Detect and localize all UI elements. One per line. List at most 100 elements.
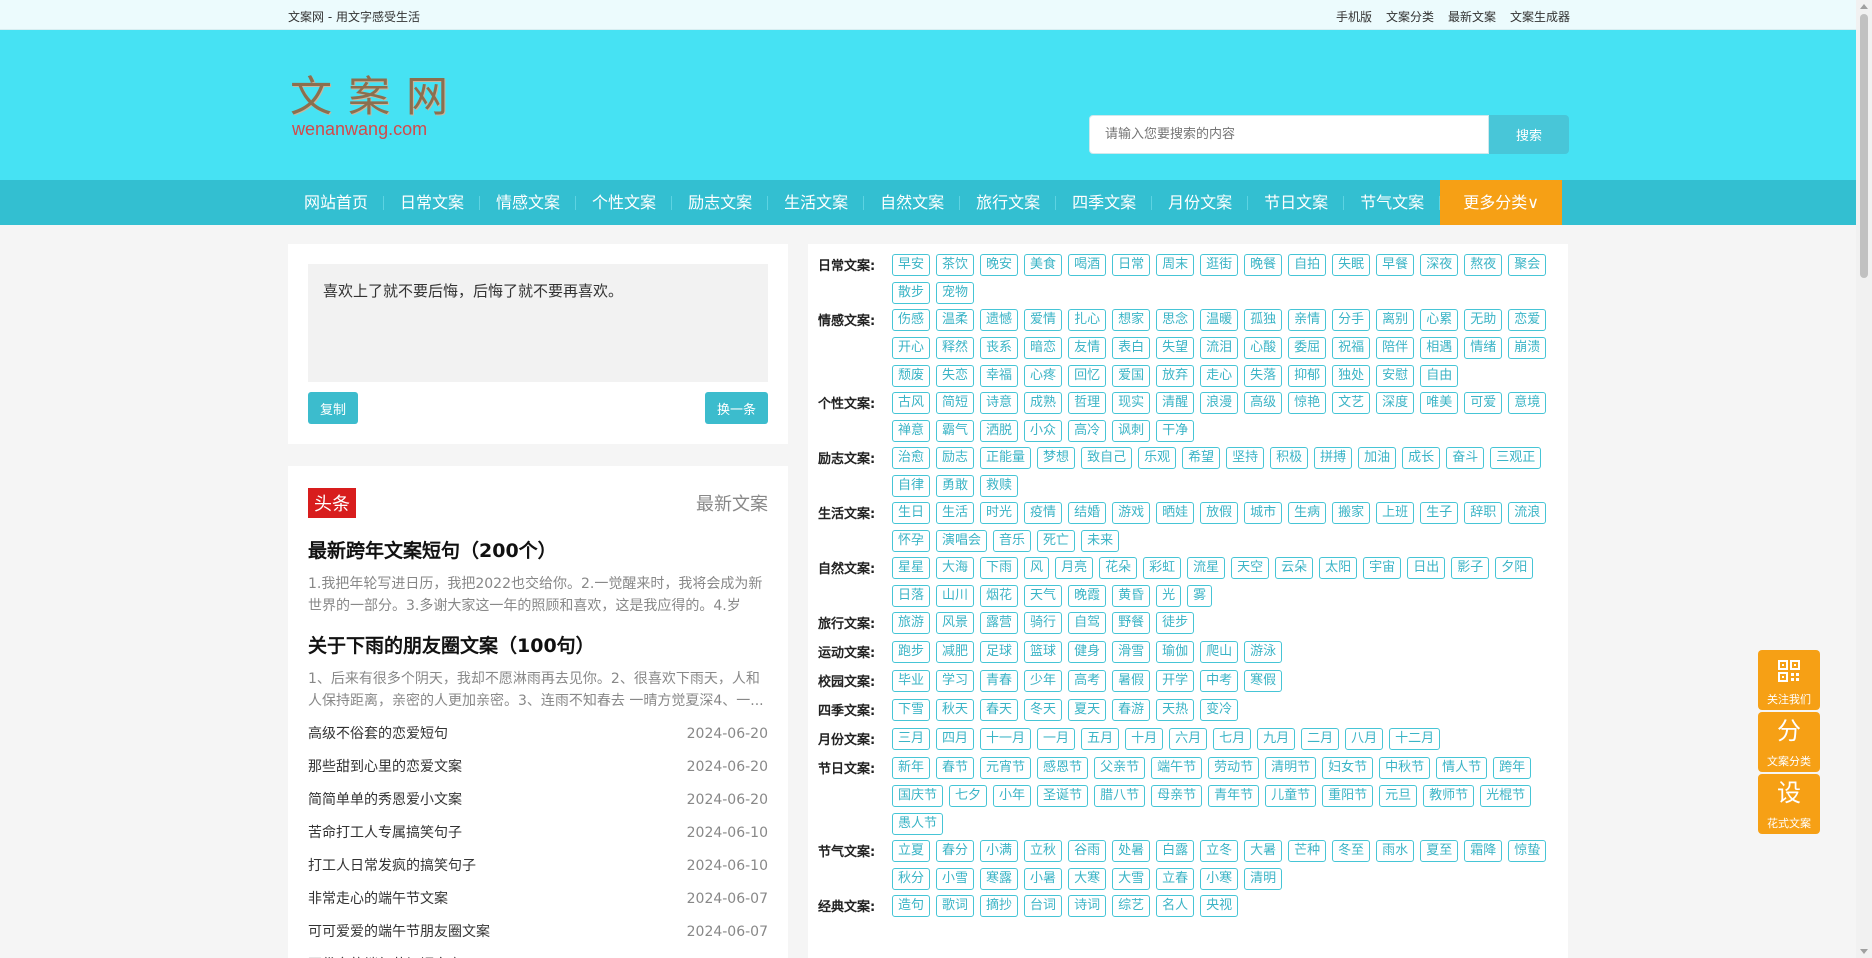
category-tag[interactable]: 崩溃 <box>1508 337 1547 359</box>
category-tag[interactable]: 芒种 <box>1288 840 1327 862</box>
category-tag[interactable]: 简短 <box>936 392 975 414</box>
page-scrollbar[interactable] <box>1856 0 1872 958</box>
category-tag[interactable]: 跑步 <box>892 641 931 663</box>
category-tag[interactable]: 失眠 <box>1332 254 1371 276</box>
category-tag[interactable]: 情人节 <box>1436 757 1488 779</box>
category-tag[interactable]: 爱国 <box>1112 365 1151 387</box>
category-tag[interactable]: 相遇 <box>1420 337 1459 359</box>
category-tag[interactable]: 干净 <box>1156 420 1195 442</box>
category-tag[interactable]: 思念 <box>1156 309 1195 331</box>
category-tag[interactable]: 妇女节 <box>1322 757 1374 779</box>
category-tag[interactable]: 失落 <box>1244 365 1283 387</box>
category-tag[interactable]: 立秋 <box>1024 840 1063 862</box>
category-tag[interactable]: 希望 <box>1182 447 1221 469</box>
category-tag[interactable]: 怀孕 <box>892 530 931 552</box>
category-tag[interactable]: 光棍节 <box>1480 785 1532 807</box>
category-tag[interactable]: 讽刺 <box>1112 420 1151 442</box>
category-tag[interactable]: 歌词 <box>936 895 975 917</box>
category-tag[interactable]: 亲情 <box>1288 309 1327 331</box>
category-tag[interactable]: 雾 <box>1187 585 1213 607</box>
category-tag[interactable]: 开心 <box>892 337 931 359</box>
category-tag[interactable]: 愚人节 <box>892 813 944 835</box>
nav-item-seasons[interactable]: 四季文案 <box>1056 180 1153 225</box>
category-tag[interactable]: 自由 <box>1420 365 1459 387</box>
category-tag[interactable]: 未来 <box>1081 530 1120 552</box>
category-tag[interactable]: 晚安 <box>980 254 1019 276</box>
category-tag[interactable]: 寒假 <box>1244 670 1283 692</box>
category-tag[interactable]: 勇敢 <box>936 475 975 497</box>
category-tag[interactable]: 小暑 <box>1024 868 1063 890</box>
category-tag[interactable]: 五月 <box>1081 728 1120 750</box>
category-tag[interactable]: 月亮 <box>1055 557 1094 579</box>
category-tag[interactable]: 陪伴 <box>1376 337 1415 359</box>
category-tag[interactable]: 徒步 <box>1156 612 1195 634</box>
category-tag[interactable]: 大寒 <box>1068 868 1107 890</box>
category-tag[interactable]: 春节 <box>936 757 975 779</box>
category-tag[interactable]: 独处 <box>1332 365 1371 387</box>
category-tag[interactable]: 无助 <box>1464 309 1503 331</box>
top-link-mobile[interactable]: 手机版 <box>1336 8 1372 25</box>
category-tag[interactable]: 跨年 <box>1493 757 1532 779</box>
category-tag[interactable]: 影子 <box>1451 557 1490 579</box>
category-tag[interactable]: 洒脱 <box>980 420 1019 442</box>
category-tag[interactable]: 立冬 <box>1200 840 1239 862</box>
category-tag[interactable]: 烟花 <box>980 585 1019 607</box>
category-tag[interactable]: 十二月 <box>1389 728 1441 750</box>
site-logo[interactable]: 文案网 wenanwang.com <box>290 74 464 139</box>
category-tag[interactable]: 梦想 <box>1037 447 1076 469</box>
category-tag[interactable]: 演唱会 <box>936 530 988 552</box>
category-tag[interactable]: 遗憾 <box>980 309 1019 331</box>
category-tag[interactable]: 游戏 <box>1112 502 1151 524</box>
news-list-item[interactable]: 苦命打工人专属搞笑句子 2024-06-10 <box>308 817 768 850</box>
category-tag[interactable]: 乐观 <box>1138 447 1177 469</box>
category-tag[interactable]: 元旦 <box>1379 785 1418 807</box>
nav-item-travel[interactable]: 旅行文案 <box>960 180 1057 225</box>
category-tag[interactable]: 天空 <box>1231 557 1270 579</box>
category-tag[interactable]: 小满 <box>980 840 1019 862</box>
news-list-item[interactable]: 打工人日常发疯的搞笑句子 2024-06-10 <box>308 850 768 883</box>
category-tag[interactable]: 瑜伽 <box>1156 641 1195 663</box>
category-tag[interactable]: 诗意 <box>980 392 1019 414</box>
category-shortcut-button[interactable]: 分 文案分类 <box>1758 712 1820 772</box>
scroll-down-arrow[interactable] <box>1860 949 1868 954</box>
category-tag[interactable]: 情绪 <box>1464 337 1503 359</box>
fancy-text-button[interactable]: 设 花式文案 <box>1758 774 1820 834</box>
category-tag[interactable]: 六月 <box>1169 728 1208 750</box>
category-tag[interactable]: 风景 <box>936 612 975 634</box>
category-tag[interactable]: 游泳 <box>1244 641 1283 663</box>
category-tag[interactable]: 七月 <box>1213 728 1252 750</box>
category-tag[interactable]: 惊蛰 <box>1508 840 1547 862</box>
category-tag[interactable]: 结婚 <box>1068 502 1107 524</box>
category-tag[interactable]: 释然 <box>936 337 975 359</box>
category-tag[interactable]: 救赎 <box>980 475 1019 497</box>
category-tag[interactable]: 温柔 <box>936 309 975 331</box>
category-tag[interactable]: 劳动节 <box>1208 757 1260 779</box>
category-tag[interactable]: 分手 <box>1332 309 1371 331</box>
category-tag[interactable]: 七夕 <box>949 785 988 807</box>
category-tag[interactable]: 日出 <box>1407 557 1446 579</box>
category-tag[interactable]: 文艺 <box>1332 392 1371 414</box>
feature-title[interactable]: 最新跨年文案短句（200个） <box>308 536 768 563</box>
category-tag[interactable]: 小年 <box>993 785 1032 807</box>
category-tag[interactable]: 失恋 <box>936 365 975 387</box>
category-tag[interactable]: 古风 <box>892 392 931 414</box>
category-tag[interactable]: 日落 <box>892 585 931 607</box>
category-tag[interactable]: 致自己 <box>1081 447 1133 469</box>
category-tag[interactable]: 十月 <box>1125 728 1164 750</box>
category-tag[interactable]: 深度 <box>1376 392 1415 414</box>
category-tag[interactable]: 谷雨 <box>1068 840 1107 862</box>
category-tag[interactable]: 音乐 <box>993 530 1032 552</box>
category-tag[interactable]: 自驾 <box>1068 612 1107 634</box>
category-tag[interactable]: 励志 <box>936 447 975 469</box>
news-item-title[interactable]: 简简单单的秀恩爱小文案 <box>308 784 462 817</box>
next-quote-button[interactable]: 换一条 <box>704 392 768 424</box>
category-tag[interactable]: 小众 <box>1024 420 1063 442</box>
news-item-title[interactable]: 非常走心的端午节文案 <box>308 883 448 916</box>
category-tag[interactable]: 死亡 <box>1037 530 1076 552</box>
category-tag[interactable]: 喝酒 <box>1068 254 1107 276</box>
category-tag[interactable]: 天热 <box>1156 699 1195 721</box>
category-tag[interactable]: 冬天 <box>1024 699 1063 721</box>
category-tag[interactable]: 天气 <box>1024 585 1063 607</box>
category-tag[interactable]: 心累 <box>1420 309 1459 331</box>
nav-item-nature[interactable]: 自然文案 <box>864 180 961 225</box>
